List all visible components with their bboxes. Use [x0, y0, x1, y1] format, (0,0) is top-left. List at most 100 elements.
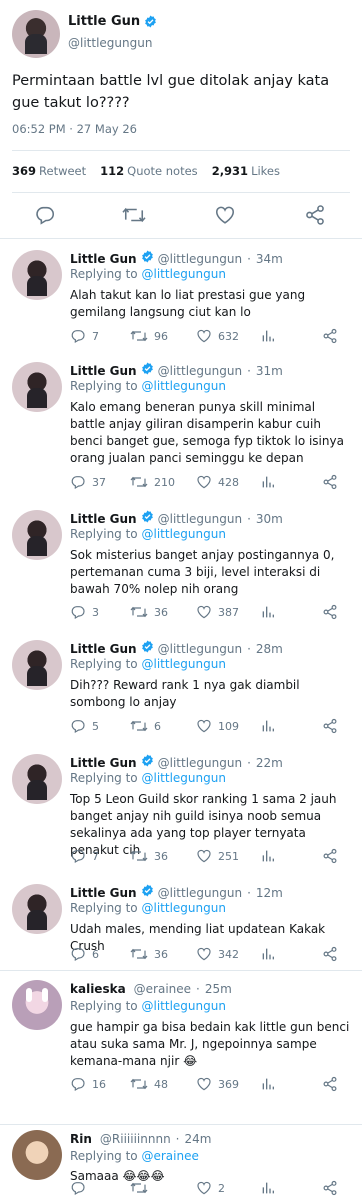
reply-tweet[interactable]: kalieska @erainee · 25m Replying to @lit…	[0, 972, 362, 1124]
reply-author-name[interactable]: Little Gun	[70, 756, 137, 770]
like-button[interactable]: 2	[196, 1180, 225, 1196]
like-button[interactable]: 632	[196, 328, 239, 344]
avatar[interactable]	[12, 640, 62, 690]
retweet-button[interactable]: 36	[130, 604, 168, 620]
avatar[interactable]	[12, 884, 62, 934]
retweet-button[interactable]: 6	[130, 718, 161, 734]
reply-author-handle[interactable]: @littlegungun	[158, 886, 242, 900]
reply-button[interactable]: 37	[70, 474, 106, 490]
reply-author-handle[interactable]: @littlegungun	[158, 756, 242, 770]
reply-tweet[interactable]: Little Gun @littlegungun · 30m Replying …	[0, 500, 362, 630]
share-icon	[323, 946, 337, 962]
author-handle[interactable]: @littlegungun	[68, 36, 152, 50]
analytics-button[interactable]	[260, 946, 276, 962]
retweet-button[interactable]: 36	[130, 946, 168, 962]
analytics-button[interactable]	[260, 848, 276, 864]
share-button[interactable]	[322, 474, 338, 490]
reply-author-handle[interactable]: @littlegungun	[158, 642, 242, 656]
replying-to-link[interactable]: @littlegungun	[141, 267, 225, 281]
retweet-button[interactable]: 48	[130, 1076, 168, 1092]
reply-button[interactable]: 6	[70, 946, 99, 962]
analytics-icon	[262, 720, 274, 732]
reply-tweet[interactable]: Little Gun @littlegungun · 34m Replying …	[0, 240, 362, 352]
replying-to-link[interactable]: @erainee	[141, 1149, 198, 1163]
replying-to-link[interactable]: @littlegungun	[141, 901, 225, 915]
reply-action-bar: 37 210 428	[70, 474, 352, 494]
reply-button[interactable]	[70, 1180, 92, 1196]
replying-to-link[interactable]: @littlegungun	[141, 657, 225, 671]
like-button[interactable]: 369	[196, 1076, 239, 1092]
retweet-button[interactable]: 36	[130, 848, 168, 864]
avatar[interactable]	[12, 510, 62, 560]
like-icon[interactable]	[214, 204, 236, 226]
like-button[interactable]: 428	[196, 474, 239, 490]
reply-author-name[interactable]: Little Gun	[70, 512, 137, 526]
reply-time: 31m	[255, 364, 283, 378]
share-button[interactable]	[322, 1180, 338, 1196]
retweets-stat[interactable]: 369 Retweet	[12, 164, 86, 178]
retweet-button[interactable]: 210	[130, 474, 175, 490]
reply-author-name[interactable]: Little Gun	[70, 886, 137, 900]
replying-to-link[interactable]: @littlegungun	[141, 527, 225, 541]
analytics-button[interactable]	[260, 328, 276, 344]
avatar[interactable]	[12, 1130, 62, 1180]
share-button[interactable]	[322, 328, 338, 344]
reply-author-name[interactable]: Little Gun	[70, 252, 137, 266]
analytics-button[interactable]	[260, 1076, 276, 1092]
retweet-button[interactable]	[130, 1180, 154, 1196]
analytics-button[interactable]	[260, 604, 276, 620]
main-action-bar	[0, 202, 362, 230]
reply-tweet[interactable]: Little Gun @littlegungun · 22m Replying …	[0, 744, 362, 874]
reply-author-handle[interactable]: @littlegungun	[158, 512, 242, 526]
likes-stat[interactable]: 2,931 Likes	[212, 164, 280, 178]
share-button[interactable]	[322, 604, 338, 620]
reply-author-handle[interactable]: @Riiiiiinnnn	[100, 1132, 171, 1146]
replying-to-link[interactable]: @littlegungun	[141, 999, 225, 1013]
replying-to-link[interactable]: @littlegungun	[141, 771, 225, 785]
avatar[interactable]	[12, 250, 62, 300]
share-button[interactable]	[322, 848, 338, 864]
reply-icon[interactable]	[34, 204, 56, 226]
avatar[interactable]	[12, 754, 62, 804]
quotes-stat[interactable]: 112 Quote notes	[100, 164, 198, 178]
like-button[interactable]: 109	[196, 718, 239, 734]
reply-button[interactable]: 3	[70, 604, 99, 620]
replying-to-link[interactable]: @littlegungun	[141, 379, 225, 393]
share-button[interactable]	[322, 946, 338, 962]
like-button[interactable]: 387	[196, 604, 239, 620]
reply-author-name[interactable]: Little Gun	[70, 642, 137, 656]
reply-button[interactable]: 7	[70, 848, 99, 864]
analytics-button[interactable]	[260, 718, 276, 734]
reply-author-handle[interactable]: @erainee	[134, 982, 191, 996]
author-avatar[interactable]	[12, 10, 60, 58]
author-name[interactable]: Little Gun	[68, 14, 140, 29]
like-button[interactable]: 342	[196, 946, 239, 962]
author-name-row[interactable]: Little Gun	[68, 14, 157, 29]
reply-author-name[interactable]: Rin	[70, 1132, 92, 1146]
reply-author-name[interactable]: Little Gun	[70, 364, 137, 378]
replying-to: Replying to @littlegungun	[70, 771, 226, 785]
avatar[interactable]	[12, 362, 62, 412]
share-button[interactable]	[322, 718, 338, 734]
share-icon[interactable]	[304, 204, 326, 226]
reply-action-bar: 7 96 632	[70, 328, 352, 348]
avatar[interactable]	[12, 980, 62, 1030]
retweet-icon[interactable]	[122, 204, 146, 226]
reply-tweet[interactable]: Little Gun @littlegungun · 12m Replying …	[0, 874, 362, 970]
reply-author-name[interactable]: kalieska	[70, 982, 126, 996]
reply-button[interactable]: 16	[70, 1076, 106, 1092]
analytics-button[interactable]	[260, 474, 276, 490]
reply-button[interactable]: 5	[70, 718, 99, 734]
separator-dot: ·	[175, 1132, 180, 1146]
reply-tweet[interactable]: Little Gun @littlegungun · 31m Replying …	[0, 352, 362, 500]
reply-tweet[interactable]: Rin @Riiiiiinnnn · 24m Replying to @erai…	[0, 1126, 362, 1200]
reply-button[interactable]: 7	[70, 328, 99, 344]
reply-author-handle[interactable]: @littlegungun	[158, 364, 242, 378]
like-button[interactable]: 251	[196, 848, 239, 864]
analytics-button[interactable]	[260, 1180, 276, 1196]
reply-tweet[interactable]: Little Gun @littlegungun · 28m Replying …	[0, 630, 362, 744]
share-button[interactable]	[322, 1076, 338, 1092]
retweet-button[interactable]: 96	[130, 328, 168, 344]
like-icon	[197, 1181, 211, 1195]
reply-author-handle[interactable]: @littlegungun	[158, 252, 242, 266]
